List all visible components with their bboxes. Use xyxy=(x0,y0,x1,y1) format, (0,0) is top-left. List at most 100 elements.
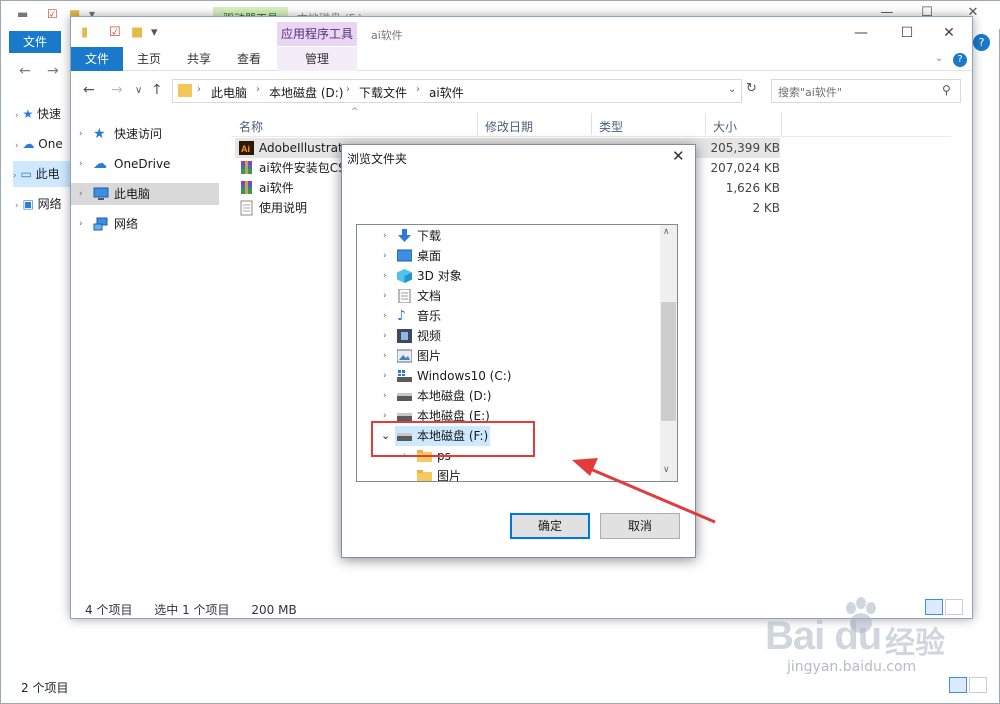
drive-icon xyxy=(397,389,412,403)
tab-share[interactable]: 共享 xyxy=(177,47,221,71)
archive-icon xyxy=(239,180,254,196)
file-name: 使用说明 xyxy=(259,201,308,215)
background-nav-onedrive[interactable]: › ☁ One xyxy=(15,131,63,157)
chevron-right-icon[interactable]: › xyxy=(383,246,387,266)
highlight-box xyxy=(371,421,535,457)
search-input[interactable]: 搜索"ai软件" ⚲ xyxy=(771,79,961,103)
chevron-right-icon[interactable]: › xyxy=(256,84,260,95)
chevron-right-icon[interactable]: › xyxy=(416,84,420,95)
column-divider[interactable] xyxy=(705,113,706,135)
computer-icon xyxy=(93,186,109,202)
scroll-up-icon[interactable]: ∧ xyxy=(663,227,670,237)
tab-file[interactable]: 文件 xyxy=(71,47,123,71)
column-divider[interactable] xyxy=(781,113,782,135)
recent-locations-icon[interactable]: ∨ xyxy=(135,85,142,96)
chevron-down-icon[interactable]: ⌄ xyxy=(935,53,943,64)
chevron-right-icon[interactable]: › xyxy=(346,84,350,95)
nav-this-pc[interactable]: › 此电脑 xyxy=(71,183,219,205)
tree-item-videos[interactable]: › 视频 xyxy=(357,326,660,346)
background-forward-button[interactable]: → xyxy=(47,63,59,79)
background-file-tab[interactable]: 文件 xyxy=(9,31,61,53)
chevron-right-icon[interactable]: › xyxy=(383,266,387,286)
tab-home[interactable]: 主页 xyxy=(127,47,171,71)
properties-icon[interactable]: ☑ xyxy=(47,7,58,21)
chevron-right-icon[interactable]: › xyxy=(79,123,83,145)
chevron-right-icon[interactable]: › xyxy=(383,326,387,346)
context-tab-app-tools[interactable]: 应用程序工具 xyxy=(277,22,357,46)
scrollbar-thumb[interactable] xyxy=(661,302,676,421)
column-divider[interactable] xyxy=(477,113,478,135)
chevron-right-icon[interactable]: › xyxy=(383,286,387,306)
window-title: ai软件 xyxy=(371,29,403,42)
video-icon xyxy=(397,329,412,343)
forward-button[interactable]: → xyxy=(111,82,123,98)
tree-scrollbar[interactable]: ∧ ∨ xyxy=(660,225,677,481)
computer-icon: ▭ xyxy=(20,167,32,181)
breadcrumb-ai-software[interactable]: ai软件 xyxy=(429,84,464,101)
text-file-icon xyxy=(239,200,254,216)
tree-item-desktop[interactable]: › 桌面 xyxy=(357,246,660,266)
breadcrumb-downloads[interactable]: 下载文件 xyxy=(359,84,407,101)
maximize-button[interactable]: ☐ xyxy=(887,25,927,41)
new-folder-icon[interactable]: ■ xyxy=(131,25,143,40)
breadcrumb-drive-d[interactable]: 本地磁盘 (D:) xyxy=(269,84,343,101)
watermark-url: jingyan.baidu.com xyxy=(787,659,917,675)
annotation-arrow-icon xyxy=(572,458,716,524)
cloud-icon: ☁ xyxy=(22,137,35,151)
chevron-right-icon[interactable]: › xyxy=(79,153,83,175)
status-bar: 4 个项目 选中 1 个项目 200 MB xyxy=(85,601,315,618)
tree-item-music[interactable]: › ♪ 音乐 xyxy=(357,306,660,326)
background-back-button[interactable]: ← xyxy=(19,63,31,79)
quick-access-icon[interactable]: ▬ xyxy=(17,7,28,21)
chevron-right-icon[interactable]: › xyxy=(79,183,83,205)
tab-view[interactable]: 查看 xyxy=(227,47,271,71)
folder-icon: ▮ xyxy=(81,25,89,40)
folder-icon xyxy=(417,469,432,481)
status-item-count: 4 个项目 xyxy=(85,603,133,617)
file-size: 1,626 KB xyxy=(725,181,780,195)
address-dropdown-icon[interactable]: ⌄ xyxy=(728,84,736,95)
breadcrumb-this-pc[interactable]: 此电脑 xyxy=(211,84,247,101)
chevron-right-icon[interactable]: › xyxy=(383,386,387,406)
chevron-right-icon[interactable]: › xyxy=(383,366,387,386)
large-icons-view-icon[interactable] xyxy=(969,677,987,693)
column-modified[interactable]: 修改日期 xyxy=(485,118,533,135)
nav-onedrive[interactable]: › ☁ OneDrive xyxy=(71,153,219,175)
background-nav-this-pc[interactable]: › ▭ 此电 xyxy=(13,161,71,187)
background-help-icon[interactable]: ? xyxy=(973,34,990,51)
tree-item-documents[interactable]: › 文档 xyxy=(357,286,660,306)
nav-network[interactable]: › 网络 xyxy=(71,213,219,235)
tree-item-downloads[interactable]: › 下载 xyxy=(357,226,660,246)
chevron-right-icon[interactable]: › xyxy=(383,226,387,246)
chevron-right-icon[interactable]: › xyxy=(79,213,83,235)
tab-manage[interactable]: 管理 xyxy=(277,47,357,71)
address-bar[interactable]: › 此电脑 › 本地磁盘 (D:) › 下载文件 › ai软件 ⌄ xyxy=(172,79,742,103)
up-button[interactable]: ↑ xyxy=(151,82,163,98)
tree-item-3d-objects[interactable]: › 3D 对象 xyxy=(357,266,660,286)
chevron-right-icon[interactable]: › xyxy=(197,84,201,95)
properties-icon[interactable]: ☑ xyxy=(109,25,121,40)
refresh-icon[interactable]: ↻ xyxy=(746,81,764,96)
column-divider[interactable] xyxy=(591,113,592,135)
minimize-button[interactable]: — xyxy=(841,25,881,41)
nav-quick-access[interactable]: › ★ 快速访问 xyxy=(71,123,219,145)
status-selected-count: 选中 1 个项目 xyxy=(154,603,230,617)
close-button[interactable]: ✕ xyxy=(929,25,969,41)
background-nav-quick-access[interactable]: › ★ 快速 xyxy=(15,101,61,127)
help-icon[interactable]: ? xyxy=(953,53,967,67)
tree-item-pictures[interactable]: › 图片 xyxy=(357,346,660,366)
column-type[interactable]: 类型 xyxy=(599,118,623,135)
column-size[interactable]: 大小 xyxy=(713,118,737,135)
column-name[interactable]: 名称 xyxy=(239,118,263,135)
background-nav-network[interactable]: › ▣ 网络 xyxy=(15,191,62,217)
customize-dropdown-icon[interactable]: ▾ xyxy=(151,25,158,40)
picture-icon xyxy=(396,349,413,363)
tree-item-drive-d[interactable]: › 本地磁盘 (D:) xyxy=(357,386,660,406)
tree-item-drive-c[interactable]: › Windows10 (C:) xyxy=(357,366,660,386)
chevron-right-icon[interactable]: › xyxy=(383,306,387,326)
dialog-close-button[interactable]: ✕ xyxy=(672,147,685,165)
file-name: ai软件 xyxy=(259,181,294,195)
network-icon: ▣ xyxy=(22,197,34,211)
back-button[interactable]: ← xyxy=(83,82,95,98)
chevron-right-icon[interactable]: › xyxy=(383,346,387,366)
